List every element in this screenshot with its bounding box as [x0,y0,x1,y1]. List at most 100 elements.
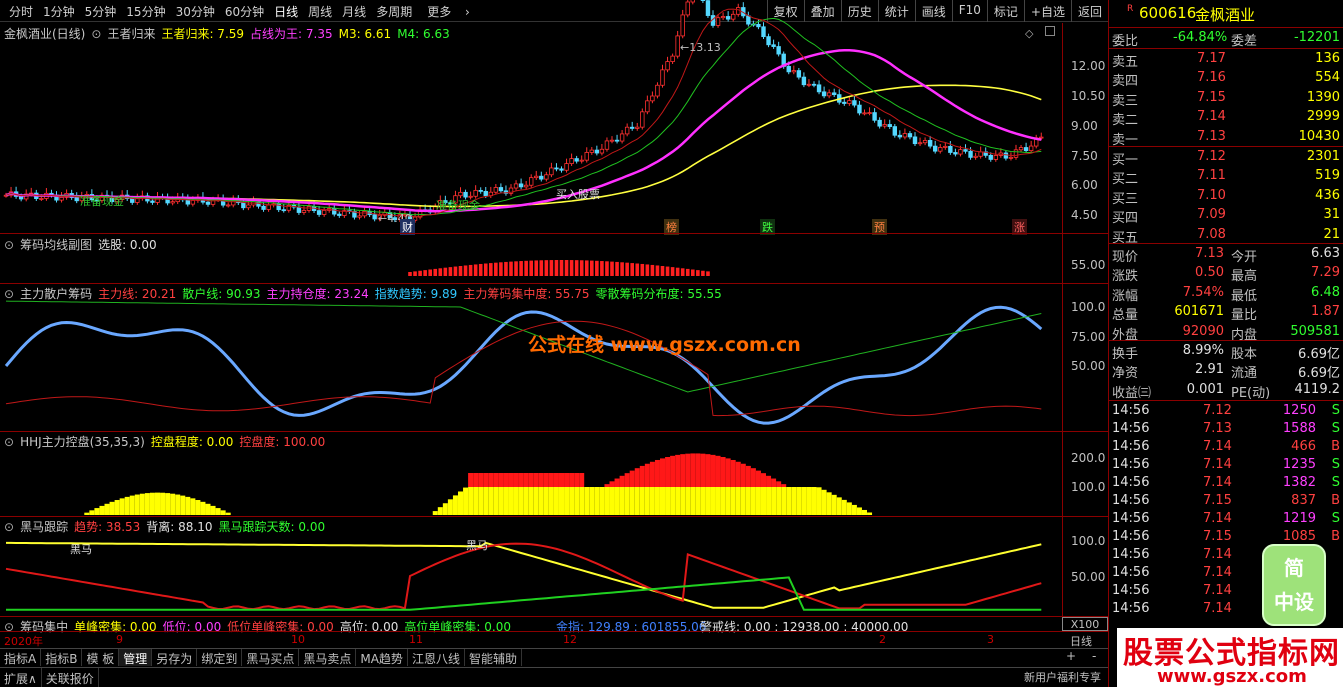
chip-bar [610,261,614,276]
xtick: 3 [987,633,994,646]
control-bar [553,487,559,515]
control-bar [639,487,645,515]
control-bar [84,512,90,515]
candle-body [801,76,807,86]
candle-body [842,101,847,104]
control-bar [771,487,777,515]
control-bar [89,510,95,515]
control-bar [720,487,726,515]
fin-label: 股本 [1231,347,1258,362]
stat-value: 601671 [1174,304,1224,320]
tab-template[interactable]: 模 板 [82,649,120,666]
control-bar-over [725,458,731,487]
ask-price: 7.17 [1197,51,1226,66]
related-quote-button[interactable]: 关联报价 [42,668,99,687]
tab-save-as[interactable]: 另存为 [152,649,198,666]
tick-time: 14:56 [1112,457,1150,472]
brand-watermark: 股票公式指标网 www.gszx.com [1117,628,1343,687]
candle-body [917,142,923,145]
collapse-icon[interactable]: ⊙ [4,520,14,534]
control-bar [619,487,625,515]
heima-annotation: 黑马 [70,543,92,556]
candle-body [670,55,675,63]
quote-row: 卖三 7.15 1390 [1109,89,1343,109]
tick-time: 14:56 [1112,601,1150,616]
stat-label: 总量 [1112,308,1139,324]
quote-row: 14:56 7.14 1235 S [1109,456,1343,475]
tab-ma-trend[interactable]: MA趋势 [356,649,408,666]
p4-header: ⊙ HHJ主力控盘(35,35,3) 控盘程度: 0.00 控盘度: 100.0… [4,433,325,450]
control-bar-over [675,454,681,487]
p4-title[interactable]: HHJ主力控盘(35,35,3) [20,433,145,450]
fin-label: 换手 [1112,347,1139,362]
p3-l5: 主力筹码集中度: 55.75 [463,287,590,301]
chip-bar [544,260,549,276]
tick-volume: 1250 [1282,403,1316,418]
candle-body [680,14,685,37]
tab-manage[interactable]: 管理 [119,649,153,666]
tab-indicator-a[interactable]: 指标A [0,649,42,666]
candle-body [665,61,670,71]
expand-button[interactable]: 扩展∧ [0,668,42,687]
separator [0,516,1108,517]
collapse-icon[interactable]: ⊙ [4,238,14,252]
tick-time: 14:56 [1112,421,1150,436]
tab-indicator-b[interactable]: 指标B [41,649,83,666]
control-bar-over [614,478,620,487]
divider [1109,340,1343,341]
candle-body [266,204,271,210]
weibi-row: 委比 -64.84% 委差 -12201 [1109,29,1343,49]
simplified-badge[interactable]: 简 中设 [1262,544,1326,626]
collapse-icon[interactable]: ⊙ [4,435,14,449]
chip-bar [514,261,518,276]
control-bar [680,487,686,515]
tab-buy-point[interactable]: 黑马买点 [242,649,300,666]
chip-bar [529,260,533,276]
chip-bar [463,265,468,276]
tab-sell-point[interactable]: 黑马卖点 [299,649,357,666]
fin-value: 6.69亿 [1298,366,1340,382]
tick-price: 7.14 [1203,601,1232,616]
stat-value: 7.29 [1311,265,1340,281]
candle-body [589,149,594,153]
collapse-icon[interactable]: ⊙ [4,287,14,301]
ask-price: 7.16 [1197,70,1226,86]
control-bar-over [715,455,721,487]
p5-header: ⊙ 黑马跟踪 趋势: 38.53 背离: 88.10 黑马跟踪天数: 0.00 [4,518,325,535]
control-bar [210,505,216,515]
plus-icon[interactable]: + [1066,649,1076,663]
chip-bar [579,260,584,276]
ask-volume: 1390 [1306,89,1340,105]
chip-bar [554,260,559,276]
control-bar [139,493,145,515]
tick-side: S [1331,421,1340,436]
p3-title[interactable]: 主力散户筹码 [20,285,92,302]
ask-volume: 2999 [1306,109,1340,125]
divider [1109,146,1343,147]
scale-indicator[interactable]: X100 [1062,617,1108,631]
candle-body [316,210,322,215]
chip-bar [680,268,685,276]
tab-smart-assist[interactable]: 智能辅助 [465,649,522,666]
control-bar [660,487,665,515]
back-button[interactable]: 返回 [1070,0,1108,22]
candle-body [513,183,519,189]
chip-bar [665,266,670,276]
p2-title[interactable]: 筹码均线副图 [20,236,92,253]
divider [1109,400,1343,401]
divider [1109,48,1343,49]
control-bar-over [740,463,746,487]
bid-price: 7.09 [1197,207,1226,223]
control-bar [867,512,873,515]
ask-volume: 10430 [1298,128,1340,144]
p5-title[interactable]: 黑马跟踪 [20,518,68,535]
stat-label: 量比 [1231,308,1258,324]
line-divergence [6,541,1042,609]
control-bar-over [538,473,544,487]
minus-icon[interactable]: - [1092,649,1096,663]
chip-bar [655,265,660,276]
tab-gann[interactable]: 江恩八线 [408,649,465,666]
tab-bind[interactable]: 绑定到 [197,649,243,666]
new-user-link[interactable]: 新用户福利专享 [1024,669,1101,685]
control-bar [856,507,862,515]
